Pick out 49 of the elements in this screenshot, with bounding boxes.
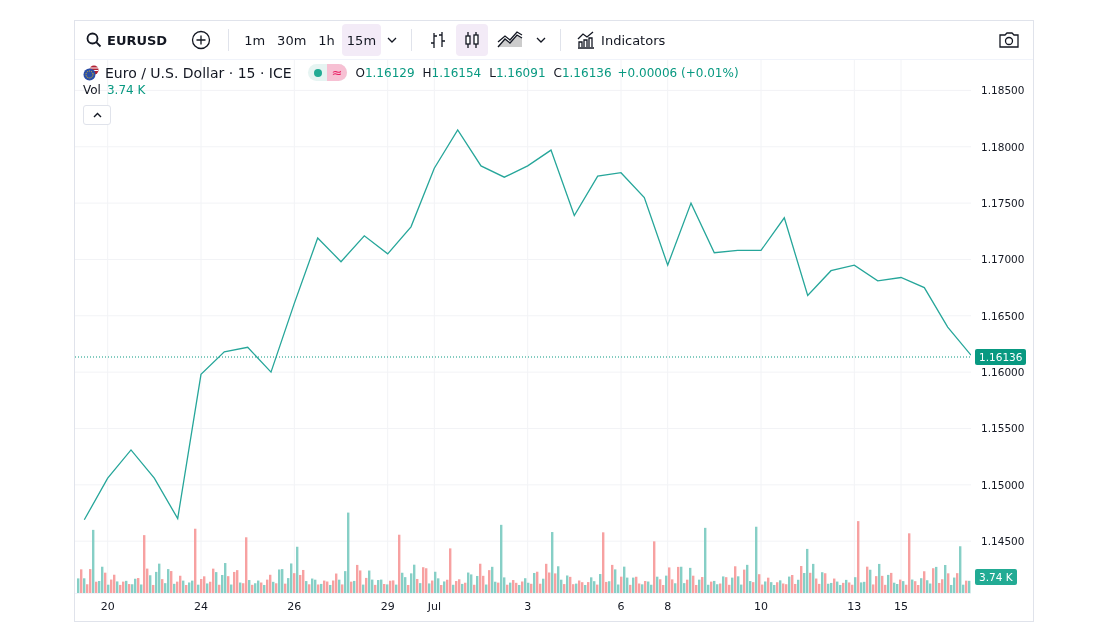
candlestick-icon: [463, 30, 482, 50]
time-axis-label: 24: [194, 600, 208, 613]
interval-tab[interactable]: 30m: [272, 24, 312, 56]
time-axis-label: 10: [754, 600, 768, 613]
area-chart-icon: [497, 31, 524, 49]
interval-tab[interactable]: 1h: [313, 24, 340, 56]
interval-tab[interactable]: 1m: [239, 24, 271, 56]
time-axis-label: Jul: [427, 600, 441, 613]
price-axis-label: 1.17500: [981, 196, 1025, 211]
ohlc-value: O1.16129: [355, 65, 415, 80]
price-axis-label: 1.15000: [981, 477, 1025, 492]
collapse-legend-button[interactable]: [83, 105, 111, 125]
time-axis-label: 20: [100, 600, 115, 613]
time-axis-label: 13: [847, 600, 862, 613]
plus-circle-icon: [191, 30, 212, 50]
currency-flags-icon: [83, 64, 99, 81]
caret-icon: [387, 37, 398, 43]
symbol-title: Euro / U.S. Dollar · 15 · ICE: [105, 64, 292, 81]
time-axis-label: 3: [524, 600, 532, 613]
price-axis-label: 1.16500: [981, 308, 1025, 323]
camera-icon: [998, 31, 1020, 49]
interval-tab[interactable]: 15m: [341, 24, 382, 56]
ohlc-value: H1.16154: [422, 65, 482, 80]
price-axis-label: 1.15500: [981, 421, 1025, 436]
last-price-badge: 1.16136: [975, 348, 1027, 365]
price-axis-label: 1.17000: [981, 252, 1025, 267]
indicators-icon: [576, 30, 597, 50]
price-axis-label: 1.14500: [981, 534, 1025, 549]
candles-style-button[interactable]: [456, 24, 489, 56]
symbol-search-button[interactable]: EURUSD: [81, 24, 173, 56]
ohlc-value: L1.16091: [489, 65, 546, 80]
time-axis-label: 26: [287, 600, 302, 613]
indicators-button[interactable]: Indicators: [571, 24, 671, 56]
price-change: +0.00006 (+0.01%): [617, 65, 739, 80]
volume-badge: 3.74 K: [975, 569, 1017, 585]
price-axis-label: 1.16000: [981, 365, 1025, 380]
time-axis-label: 8: [664, 600, 672, 613]
time-axis-label: 15: [894, 600, 908, 613]
price-axis-label: 1.18500: [981, 83, 1025, 98]
price-axis-label: 1.18000: [981, 139, 1025, 154]
volume-label: Vol: [83, 83, 101, 97]
caret-up-icon: [92, 112, 102, 118]
ohlc-value: C1.16136: [553, 65, 612, 80]
caret-icon: [536, 37, 547, 43]
volume-value: 3.74 K: [106, 83, 146, 97]
search-icon: [86, 32, 102, 48]
ohlc-bars-icon: [429, 30, 448, 50]
time-axis-label: 29: [380, 600, 395, 613]
time-axis-label: 6: [617, 600, 625, 613]
